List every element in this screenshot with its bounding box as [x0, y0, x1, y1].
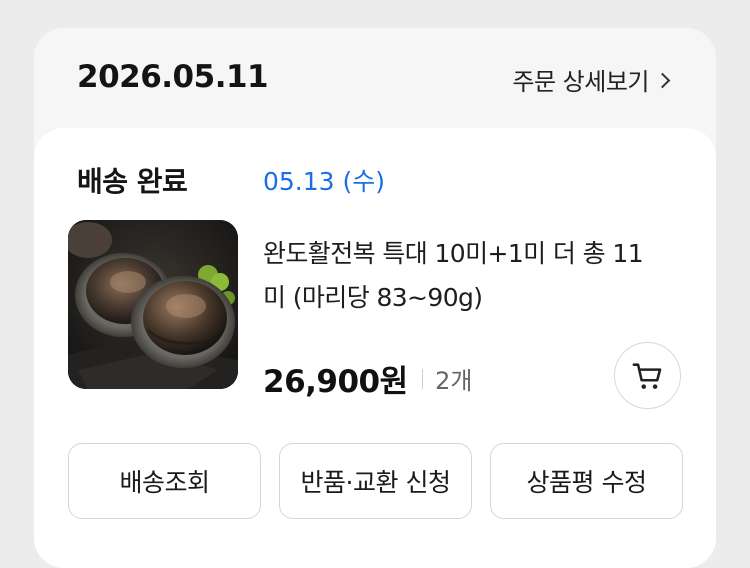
- product-thumbnail[interactable]: [68, 220, 238, 389]
- arrival-date: 05.13 (수): [263, 167, 386, 196]
- shipment-panel: 배송 완료 05.13 (수) 완도활전복 특대 10미+1미 더 총 11 미…: [34, 128, 716, 568]
- divider: [421, 368, 424, 389]
- product-price: 26,900원: [263, 364, 408, 400]
- price-row: 26,900원 2개: [263, 356, 473, 401]
- order-date: 2026.05.11: [77, 59, 269, 95]
- order-header: 2026.05.11 주문 상세보기: [34, 28, 716, 128]
- track-delivery-button[interactable]: 배송조회: [68, 443, 261, 519]
- order-detail-label: 주문 상세보기: [512, 68, 649, 96]
- order-actions: 배송조회 반품·교환 신청 상품평 수정: [68, 443, 683, 519]
- cart-icon: [632, 362, 661, 389]
- order-card: 2026.05.11 주문 상세보기 배송 완료 05.13 (수) 완도활전복…: [34, 28, 716, 568]
- product-name-line-1: 완도활전복 특대 10미+1미 더 총 11: [263, 239, 644, 268]
- add-to-cart-button[interactable]: [614, 342, 681, 409]
- product-name[interactable]: 완도활전복 특대 10미+1미 더 총 11 미 (마리당 83~90g): [263, 232, 693, 320]
- return-exchange-button[interactable]: 반품·교환 신청: [279, 443, 472, 519]
- product-name-line-2: 미 (마리당 83~90g): [263, 283, 483, 312]
- product-quantity: 2개: [435, 367, 473, 395]
- edit-review-button[interactable]: 상품평 수정: [490, 443, 683, 519]
- order-detail-link[interactable]: 주문 상세보기: [512, 62, 671, 97]
- chevron-right-icon: [654, 72, 671, 89]
- abalone-photo: [68, 220, 238, 389]
- shipping-status: 배송 완료: [77, 165, 188, 198]
